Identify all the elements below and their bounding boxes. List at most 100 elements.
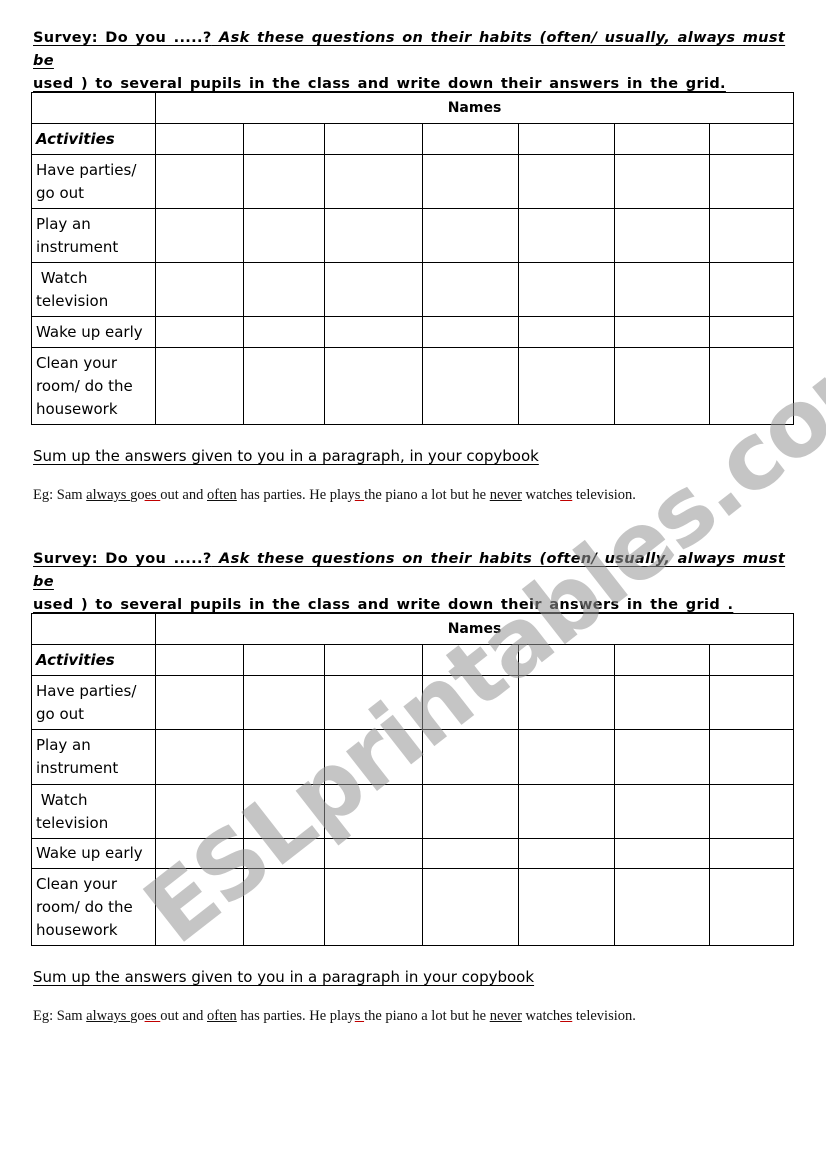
answer-cell[interactable] <box>155 729 244 785</box>
name-cell[interactable] <box>324 123 423 155</box>
name-cell[interactable] <box>709 123 794 155</box>
answer-cell[interactable] <box>614 868 710 946</box>
answer-cell[interactable] <box>422 154 519 209</box>
table-row: Play an instrument <box>31 208 794 263</box>
table-row: Watch television <box>31 784 794 839</box>
survey-grid-2: Names Activities Have parties/ go out Pl… <box>31 613 794 946</box>
answer-cell[interactable] <box>518 262 615 317</box>
answer-cell[interactable] <box>243 262 325 317</box>
suffix-es: es <box>144 1008 161 1024</box>
answer-cell[interactable] <box>324 868 423 946</box>
answer-cell[interactable] <box>709 784 794 839</box>
answer-cell[interactable] <box>614 262 710 317</box>
answer-cell[interactable] <box>324 208 423 263</box>
answer-cell[interactable] <box>614 347 710 425</box>
answer-cell[interactable] <box>155 154 244 209</box>
name-cell[interactable] <box>709 644 794 676</box>
name-cell[interactable] <box>422 123 519 155</box>
survey-instructions-2: Survey: Do you .....? Ask these question… <box>33 548 793 617</box>
answer-cell[interactable] <box>324 784 423 839</box>
answer-cell[interactable] <box>422 838 519 869</box>
answer-cell[interactable] <box>155 208 244 263</box>
answer-cell[interactable] <box>243 868 325 946</box>
answer-cell[interactable] <box>422 208 519 263</box>
answer-cell[interactable] <box>614 784 710 839</box>
adverb-often: often <box>207 1008 237 1024</box>
answer-cell[interactable] <box>709 729 794 785</box>
answer-cell[interactable] <box>709 208 794 263</box>
answer-cell[interactable] <box>422 316 519 348</box>
adverb-never: never <box>489 1008 522 1024</box>
answer-cell[interactable] <box>614 729 710 785</box>
answer-cell[interactable] <box>518 154 615 209</box>
answer-cell[interactable] <box>518 729 615 785</box>
example-sentence-1: Eg: Sam always goes out and often has pa… <box>33 485 636 505</box>
answer-cell[interactable] <box>422 675 519 730</box>
name-cell[interactable] <box>518 123 615 155</box>
example-text: out and <box>160 1008 207 1024</box>
name-cell[interactable] <box>243 123 325 155</box>
answer-cell[interactable] <box>709 262 794 317</box>
answer-cell[interactable] <box>324 347 423 425</box>
name-cell[interactable] <box>614 644 710 676</box>
answer-cell[interactable] <box>243 838 325 869</box>
name-cell[interactable] <box>155 644 244 676</box>
answer-cell[interactable] <box>518 838 615 869</box>
table-row: Play an instrument <box>31 729 794 785</box>
answer-cell[interactable] <box>155 838 244 869</box>
answer-cell[interactable] <box>709 154 794 209</box>
name-cell[interactable] <box>243 644 325 676</box>
answer-cell[interactable] <box>324 729 423 785</box>
answer-cell[interactable] <box>324 154 423 209</box>
answer-cell[interactable] <box>324 838 423 869</box>
answer-cell[interactable] <box>614 208 710 263</box>
name-cell[interactable] <box>155 123 244 155</box>
answer-cell[interactable] <box>324 675 423 730</box>
answer-cell[interactable] <box>324 316 423 348</box>
answer-cell[interactable] <box>422 729 519 785</box>
answer-cell[interactable] <box>243 208 325 263</box>
answer-cell[interactable] <box>243 729 325 785</box>
answer-cell[interactable] <box>518 316 615 348</box>
answer-cell[interactable] <box>709 838 794 869</box>
answer-cell[interactable] <box>518 675 615 730</box>
answer-cell[interactable] <box>518 868 615 946</box>
example-text: watch <box>521 487 561 503</box>
names-row: Activities <box>31 644 794 676</box>
instruction-lead: Survey: Do you .....? <box>33 551 212 567</box>
answer-cell[interactable] <box>155 868 244 946</box>
answer-cell[interactable] <box>614 838 710 869</box>
answer-cell[interactable] <box>709 316 794 348</box>
answer-cell[interactable] <box>518 347 615 425</box>
answer-cell[interactable] <box>518 208 615 263</box>
answer-cell[interactable] <box>422 868 519 946</box>
name-cell[interactable] <box>324 644 423 676</box>
answer-cell[interactable] <box>243 154 325 209</box>
answer-cell[interactable] <box>243 675 325 730</box>
answer-cell[interactable] <box>709 675 794 730</box>
sumup-instruction-1: Sum up the answers given to you in a par… <box>33 447 539 465</box>
answer-cell[interactable] <box>155 784 244 839</box>
answer-cell[interactable] <box>155 347 244 425</box>
activity-label: Play an instrument <box>31 208 156 263</box>
answer-cell[interactable] <box>324 262 423 317</box>
answer-cell[interactable] <box>243 316 325 348</box>
answer-cell[interactable] <box>422 347 519 425</box>
answer-cell[interactable] <box>709 868 794 946</box>
name-cell[interactable] <box>518 644 615 676</box>
answer-cell[interactable] <box>422 262 519 317</box>
answer-cell[interactable] <box>614 154 710 209</box>
activity-label: Have parties/ go out <box>31 675 156 730</box>
answer-cell[interactable] <box>518 784 615 839</box>
answer-cell[interactable] <box>614 675 710 730</box>
answer-cell[interactable] <box>155 675 244 730</box>
answer-cell[interactable] <box>155 262 244 317</box>
answer-cell[interactable] <box>155 316 244 348</box>
answer-cell[interactable] <box>709 347 794 425</box>
answer-cell[interactable] <box>243 784 325 839</box>
answer-cell[interactable] <box>614 316 710 348</box>
name-cell[interactable] <box>422 644 519 676</box>
answer-cell[interactable] <box>422 784 519 839</box>
answer-cell[interactable] <box>243 347 325 425</box>
name-cell[interactable] <box>614 123 710 155</box>
